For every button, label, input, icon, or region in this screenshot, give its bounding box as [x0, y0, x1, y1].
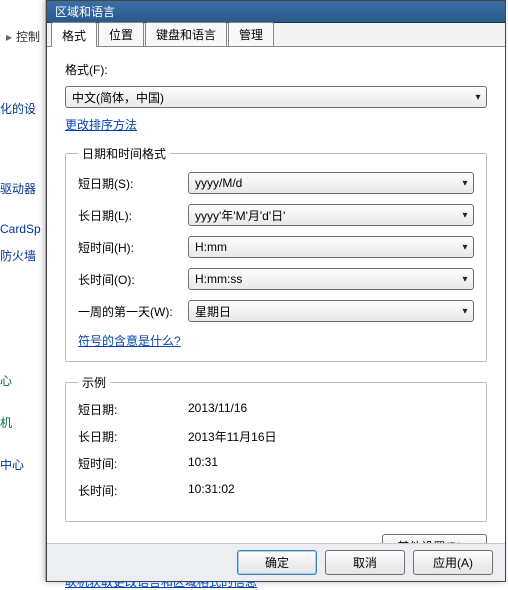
chevron-down-icon: ▾	[457, 242, 473, 253]
example-legend: 示例	[78, 374, 110, 391]
long-time-select[interactable]: H:mm:ss ▾	[188, 268, 474, 290]
ex-short-time-value: 10:31	[188, 455, 218, 472]
ex-long-time-label: 长时间:	[78, 482, 188, 499]
side-item[interactable]: CardSp	[0, 222, 41, 236]
tab-strip: 格式 位置 键盘和语言 管理	[47, 23, 505, 47]
ex-long-date-value: 2013年11月16日	[188, 428, 277, 445]
long-time-value: H:mm:ss	[195, 272, 242, 286]
short-date-label: 短日期(S):	[78, 175, 188, 192]
long-date-select[interactable]: yyyy'年'M'月'd'日' ▾	[188, 204, 474, 226]
cancel-button[interactable]: 取消	[325, 550, 405, 575]
side-item[interactable]: 防火墙	[0, 247, 36, 264]
short-time-label: 短时间(H):	[78, 239, 188, 256]
datetime-format-group: 日期和时间格式 短日期(S): yyyy/M/d ▾ 长日期(L): yyyy'…	[65, 145, 487, 362]
chevron-down-icon: ▾	[457, 178, 473, 189]
tab-location[interactable]: 位置	[98, 22, 144, 46]
first-day-label: 一周的第一天(W):	[78, 303, 188, 320]
ex-long-date-label: 长日期:	[78, 428, 188, 445]
tab-format[interactable]: 格式	[51, 22, 97, 47]
short-time-value: H:mm	[195, 240, 227, 254]
side-item[interactable]: 驱动器	[0, 180, 36, 197]
short-date-select[interactable]: yyyy/M/d ▾	[188, 172, 474, 194]
long-date-value: yyyy'年'M'月'd'日'	[195, 207, 285, 224]
side-footer-item[interactable]: 心	[0, 372, 12, 389]
datetime-format-legend: 日期和时间格式	[78, 145, 170, 162]
first-day-select[interactable]: 星期日 ▾	[188, 300, 474, 322]
breadcrumb-item: 控制	[16, 30, 40, 44]
first-day-value: 星期日	[195, 303, 231, 320]
example-group: 示例 短日期: 2013/11/16 长日期: 2013年11月16日 短时间:…	[65, 374, 487, 522]
ok-button[interactable]: 确定	[237, 550, 317, 575]
long-time-label: 长时间(O):	[78, 271, 188, 288]
format-label: 格式(F):	[65, 61, 108, 78]
long-date-label: 长日期(L):	[78, 207, 188, 224]
change-sort-link[interactable]: 更改排序方法	[65, 118, 137, 132]
chevron-down-icon: ▾	[470, 92, 486, 103]
chevron-down-icon: ▾	[457, 306, 473, 317]
ex-short-date-label: 短日期:	[78, 401, 188, 418]
side-footer-item[interactable]: 机	[0, 414, 12, 431]
tab-content: 格式(F): 中文(简体，中国) ▾ 更改排序方法 日期和时间格式 短日期(S)…	[47, 49, 505, 543]
format-select[interactable]: 中文(简体，中国) ▾	[65, 86, 487, 108]
chevron-right-icon: ▸	[2, 30, 16, 44]
breadcrumb[interactable]: ▸控制	[2, 28, 40, 45]
tab-keyboard-language[interactable]: 键盘和语言	[145, 22, 227, 46]
ex-long-time-value: 10:31:02	[188, 482, 235, 499]
symbol-meaning-link[interactable]: 符号的含意是什么?	[78, 334, 181, 348]
tab-admin[interactable]: 管理	[228, 22, 274, 46]
ex-short-date-value: 2013/11/16	[188, 401, 247, 418]
short-time-select[interactable]: H:mm ▾	[188, 236, 474, 258]
side-heading: 化的设	[0, 100, 36, 117]
dialog-window: 区域和语言 格式 位置 键盘和语言 管理 格式(F): 中文(简体，中国) ▾ …	[46, 0, 506, 582]
side-footer-item[interactable]: 中心	[0, 456, 24, 473]
chevron-down-icon: ▾	[457, 274, 473, 285]
window-title: 区域和语言	[55, 5, 115, 19]
chevron-down-icon: ▾	[457, 210, 473, 221]
apply-button[interactable]: 应用(A)	[413, 550, 493, 575]
format-select-value: 中文(简体，中国)	[72, 89, 164, 106]
short-date-value: yyyy/M/d	[195, 176, 242, 190]
dialog-footer: 确定 取消 应用(A)	[47, 543, 505, 581]
ex-short-time-label: 短时间:	[78, 455, 188, 472]
titlebar: 区域和语言	[47, 1, 505, 23]
